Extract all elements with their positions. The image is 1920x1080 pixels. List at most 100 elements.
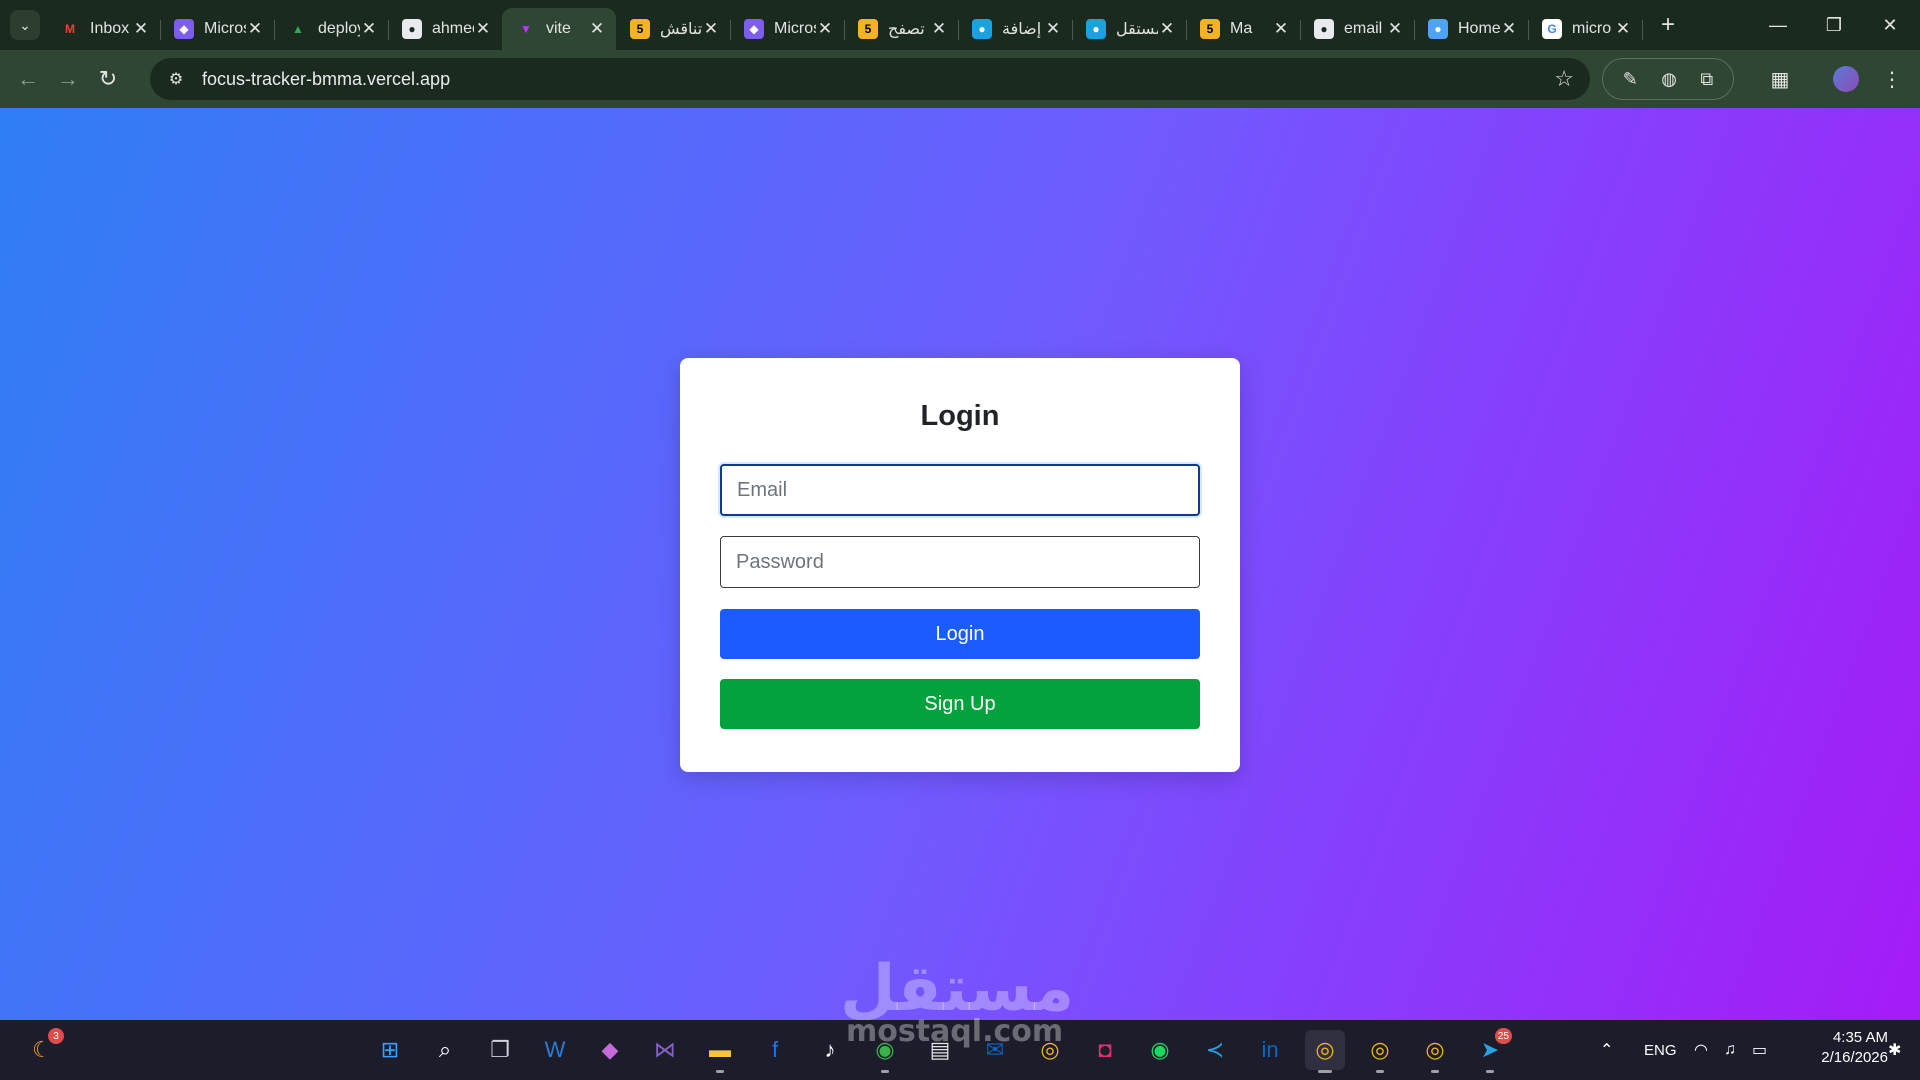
email-field[interactable]: [720, 464, 1200, 516]
tab-title: ahmed: [432, 20, 474, 37]
tab-close-icon[interactable]: ✕: [132, 19, 150, 39]
tray-overflow-chevron-icon[interactable]: ⌃: [1600, 1020, 1613, 1080]
login-title: Login: [920, 400, 1000, 432]
password-field[interactable]: [720, 536, 1200, 588]
linkedin-icon[interactable]: in: [1250, 1030, 1290, 1070]
profile-avatar[interactable]: [1826, 58, 1866, 100]
back-arrow-icon[interactable]: ←: [8, 59, 48, 99]
volume-icon[interactable]: ♫: [1724, 1020, 1736, 1080]
file-explorer-icon[interactable]: ▬: [700, 1030, 740, 1073]
copilot-icon: ◆: [174, 19, 194, 39]
tab-title: Inbox: [90, 20, 130, 37]
tab-title: Microsoft: [774, 20, 816, 37]
tab-title: Ma: [1230, 20, 1253, 37]
github-icon: ●: [1314, 19, 1334, 39]
tab-title: تناقش: [660, 21, 702, 38]
bookmark-star-icon[interactable]: ☆: [1554, 66, 1574, 92]
system-clock[interactable]: 4:35 AM 2/16/2026: [1780, 1028, 1888, 1068]
close-window-icon[interactable]: ✕: [1862, 0, 1918, 50]
tab-title: email: [1344, 20, 1383, 37]
chrome-profile-1-icon[interactable]: ◎: [1305, 1030, 1345, 1073]
tab-close-icon[interactable]: ✕: [930, 19, 948, 39]
start-windows-icon[interactable]: ⊞: [370, 1030, 410, 1070]
browser-tab[interactable]: ● ahmed✕: [388, 8, 503, 50]
mostaql-watermark-url: mostaql.com: [846, 1014, 1064, 1049]
tab-title: مستقل: [1116, 21, 1158, 38]
browser-tab[interactable]: M Inbox ✕: [46, 8, 161, 50]
weather-widget-icon[interactable]: ☾ 3: [22, 1028, 64, 1070]
spotify-icon[interactable]: ◉: [1140, 1030, 1180, 1070]
telegram-icon[interactable]: ➤ 25: [1470, 1028, 1512, 1073]
browser-tab[interactable]: ● email ✕: [1300, 8, 1415, 50]
extensions-group: ✎ ◍ ⧉: [1602, 58, 1734, 100]
mostaql-icon: 5: [858, 19, 878, 39]
facebook-icon[interactable]: f: [755, 1030, 795, 1070]
globe-extension-icon[interactable]: ◍: [1661, 69, 1677, 90]
signup-button[interactable]: Sign Up: [720, 679, 1200, 729]
tab-close-icon[interactable]: ✕: [816, 19, 834, 39]
reload-icon[interactable]: ↻: [88, 59, 128, 99]
qr-apps-icon[interactable]: ▦: [1760, 58, 1800, 100]
pen-extension-icon[interactable]: ✎: [1623, 69, 1638, 90]
wifi-icon[interactable]: ◠: [1694, 1020, 1708, 1080]
login-card: Login Login Sign Up: [680, 358, 1240, 772]
gmail-icon: M: [65, 22, 75, 36]
browser-tab[interactable]: Gmicro ✕: [1528, 8, 1643, 50]
notifications-icon[interactable]: ✱: [1888, 1020, 1901, 1080]
browser-tab[interactable]: ● إضافة ✕: [958, 8, 1073, 50]
tab-title: vite: [546, 20, 571, 37]
browser-tab[interactable]: ● Home ✕: [1414, 8, 1529, 50]
browser-tab[interactable]: ▼ vite ✕: [502, 8, 616, 50]
search-icon[interactable]: ⌕: [425, 1030, 465, 1070]
minimize-icon[interactable]: —: [1750, 0, 1806, 50]
browser-tab[interactable]: ▲ deploy✕: [274, 8, 389, 50]
tab-close-icon[interactable]: ✕: [360, 19, 378, 39]
tab-title: Home: [1458, 20, 1500, 37]
address-url[interactable]: focus-tracker-bmma.vercel.app: [202, 69, 450, 90]
tab-close-icon[interactable]: ✕: [588, 19, 606, 39]
task-view-icon[interactable]: ❐: [480, 1030, 520, 1070]
new-tab-plus-icon[interactable]: +: [1650, 7, 1686, 43]
mostaql-icon: 5: [1200, 19, 1220, 39]
site-settings-icon[interactable]: ⚙: [156, 69, 196, 89]
tab-close-icon[interactable]: ✕: [1386, 19, 1404, 39]
tab-search-chevron-icon[interactable]: ⌄: [10, 10, 40, 40]
login-button[interactable]: Login: [720, 609, 1200, 659]
battery-icon[interactable]: ▭: [1752, 1020, 1767, 1080]
chrome-profile-3-icon[interactable]: ◎: [1415, 1030, 1455, 1073]
tab-close-icon[interactable]: ✕: [1500, 19, 1518, 39]
browser-tab[interactable]: 5 Ma ✕: [1186, 8, 1301, 50]
tab-close-icon[interactable]: ✕: [474, 19, 492, 39]
tab-close-icon[interactable]: ✕: [1614, 19, 1632, 39]
weather-badge: 3: [48, 1028, 64, 1044]
tab-close-icon[interactable]: ✕: [1158, 19, 1176, 39]
tab-list: MInbox✕◆Microsoft✕▲deploy✕●ahmed✕▼vite✕5…: [46, 0, 1643, 50]
tiktok-icon[interactable]: ♪: [810, 1030, 850, 1070]
address-bar[interactable]: ⚙ focus-tracker-bmma.vercel.app ☆: [150, 58, 1590, 100]
chrome-profile-2-icon[interactable]: ◎: [1360, 1030, 1400, 1073]
copilot-icon[interactable]: ◆: [590, 1030, 630, 1070]
forward-arrow-icon[interactable]: →: [48, 59, 88, 99]
tab-close-icon[interactable]: ✕: [1044, 19, 1062, 39]
tab-title: إضافة: [1002, 21, 1042, 38]
clock-date: 2/16/2026: [1821, 1049, 1888, 1066]
browser-tab[interactable]: ◆ Microsoft✕: [730, 8, 845, 50]
instagram-icon[interactable]: ◘: [1085, 1030, 1125, 1070]
tab-separator: [1642, 20, 1643, 40]
tab-close-icon[interactable]: ✕: [1272, 19, 1290, 39]
browser-tab[interactable]: 5 تصفح ✕: [844, 8, 959, 50]
copilot-icon: ◆: [744, 19, 764, 39]
word-icon[interactable]: W: [535, 1030, 575, 1070]
browser-tab[interactable]: 5 تناقش ✕: [616, 8, 731, 50]
vscode-icon[interactable]: ≺: [1195, 1030, 1235, 1070]
browser-tab[interactable]: ● مستقل✕: [1072, 8, 1187, 50]
google-icon: G: [1542, 19, 1562, 39]
tab-close-icon[interactable]: ✕: [246, 19, 264, 39]
tab-close-icon[interactable]: ✕: [702, 19, 720, 39]
restore-icon[interactable]: ❐: [1806, 0, 1862, 50]
visual-studio-icon[interactable]: ⋈: [645, 1030, 685, 1070]
browser-tab[interactable]: ◆ Microsoft✕: [160, 8, 275, 50]
kebab-menu-icon[interactable]: ⋮: [1872, 58, 1912, 100]
language-indicator[interactable]: ENG: [1644, 1020, 1677, 1080]
puzzle-extensions-icon[interactable]: ⧉: [1700, 69, 1713, 90]
